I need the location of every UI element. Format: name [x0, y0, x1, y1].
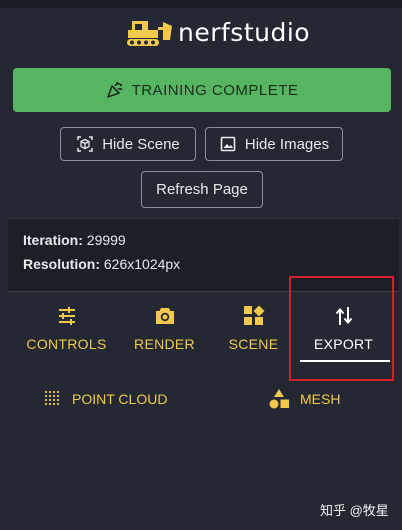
- mesh-export-tab[interactable]: MESH: [268, 384, 340, 414]
- sliders-icon: [58, 307, 75, 325]
- point-cloud-export-tab[interactable]: POINT CLOUD: [44, 384, 167, 414]
- logo-text: nerfstudio: [178, 17, 311, 47]
- cube-icon: [77, 136, 93, 152]
- category-shapes-icon: [269, 389, 289, 409]
- tab-controls-label: CONTROLS: [26, 336, 107, 352]
- bulldozer-icon: [127, 21, 172, 46]
- status-label: TRAINING COMPLETE: [131, 81, 299, 99]
- hide-images-button[interactable]: Hide Images: [205, 127, 343, 161]
- refresh-page-button[interactable]: Refresh Page: [141, 171, 263, 208]
- tab-render[interactable]: RENDER: [116, 292, 213, 364]
- resolution-value: 626x1024px: [103, 256, 181, 272]
- widgets-icon: [243, 305, 264, 325]
- resolution-row: Resolution: 626x1024px: [23, 256, 180, 272]
- iteration-value: 29999: [86, 232, 126, 248]
- point-cloud-label: POINT CLOUD: [72, 391, 168, 407]
- camera-icon: [155, 308, 174, 324]
- tab-render-label: RENDER: [134, 336, 195, 352]
- iteration-label: Iteration:: [23, 232, 83, 248]
- tab-scene[interactable]: SCENE: [205, 292, 302, 364]
- watermark: 知乎 @牧星: [320, 503, 389, 518]
- grain-icon: [44, 390, 60, 406]
- refresh-page-label: Refresh Page: [156, 181, 248, 198]
- hide-scene-button[interactable]: Hide Scene: [60, 127, 196, 161]
- hide-scene-label: Hide Scene: [102, 135, 180, 153]
- resolution-label: Resolution:: [23, 256, 100, 272]
- window-top-strip: [0, 0, 402, 8]
- party-popper-icon: [106, 82, 123, 98]
- image-icon: [220, 136, 236, 152]
- tab-scene-label: SCENE: [228, 336, 279, 352]
- tab-controls[interactable]: CONTROLS: [18, 292, 115, 364]
- nerfstudio-logo: nerfstudio: [126, 12, 310, 52]
- training-status-button[interactable]: TRAINING COMPLETE: [13, 68, 391, 112]
- hide-images-label: Hide Images: [244, 135, 330, 153]
- highlight-annotation-box: [289, 276, 394, 381]
- mesh-label: MESH: [300, 391, 341, 407]
- iteration-row: Iteration: 29999: [23, 232, 126, 248]
